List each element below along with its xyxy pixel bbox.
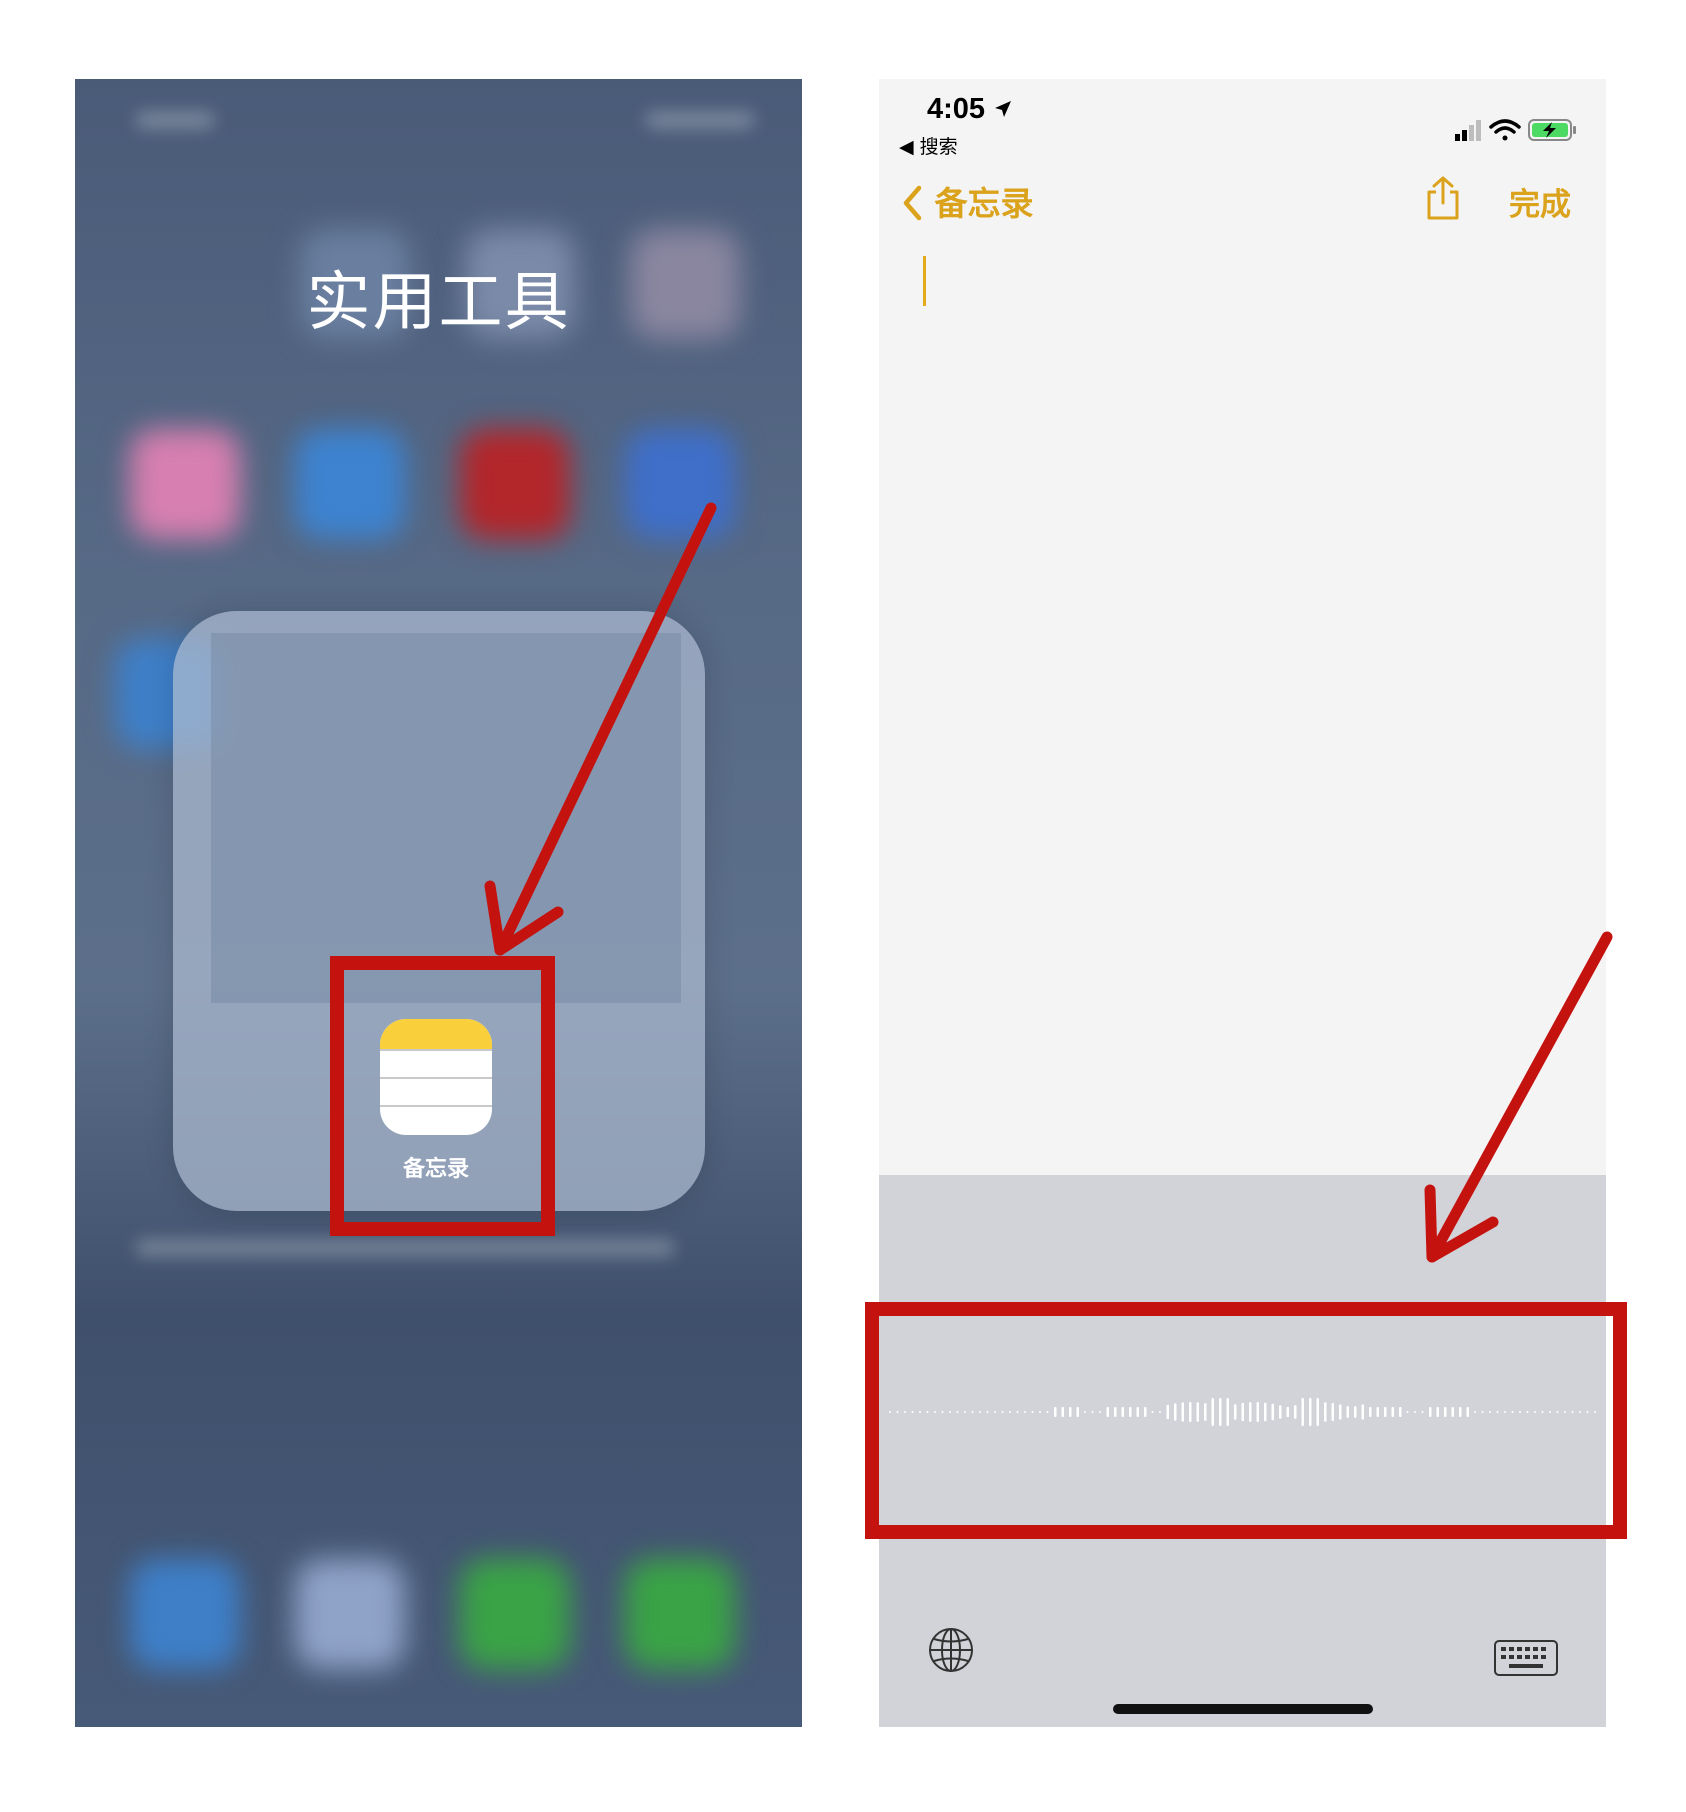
globe-icon[interactable] <box>927 1626 975 1678</box>
blurred-app-icon <box>295 429 405 539</box>
back-to-notes-button[interactable]: 备忘录 <box>901 177 1034 225</box>
blurred-app-icon <box>460 429 570 539</box>
blurred-app-icon <box>130 429 240 539</box>
blurred-app-icon <box>625 429 735 539</box>
keyboard-icon[interactable] <box>1493 1639 1559 1681</box>
chevron-left-icon <box>903 185 922 221</box>
folder-page <box>211 633 681 1003</box>
location-arrow-icon <box>995 101 1012 117</box>
status-time: 4:05 <box>927 93 1013 126</box>
note-body[interactable] <box>879 79 1606 1175</box>
blurred-status-bar <box>645 111 755 129</box>
blurred-status-bar <box>135 111 215 129</box>
status-icons <box>1453 117 1583 147</box>
blurred-dock-icon <box>625 1559 735 1669</box>
done-button[interactable]: 完成 <box>1509 179 1571 224</box>
blurred-dock-icon <box>130 1559 240 1669</box>
highlight-notes-app-box <box>330 956 555 1236</box>
battery-charging-icon <box>1528 119 1576 141</box>
blurred-dock-icon <box>460 1559 570 1669</box>
status-back-to-search[interactable]: ◀ 搜索 <box>899 132 958 159</box>
blurred-text <box>135 1239 675 1257</box>
home-indicator[interactable] <box>1113 1704 1373 1714</box>
folder-title: 实用工具 <box>306 266 571 340</box>
cellular-signal-icon <box>1455 120 1481 141</box>
blurred-dock-icon <box>295 1559 405 1669</box>
highlight-waveform-box <box>865 1302 1627 1539</box>
wifi-icon <box>1489 119 1521 141</box>
share-icon[interactable] <box>1423 175 1463 225</box>
home-screen-panel: 实用工具 备忘录 <box>75 79 802 1727</box>
text-cursor <box>923 256 926 306</box>
